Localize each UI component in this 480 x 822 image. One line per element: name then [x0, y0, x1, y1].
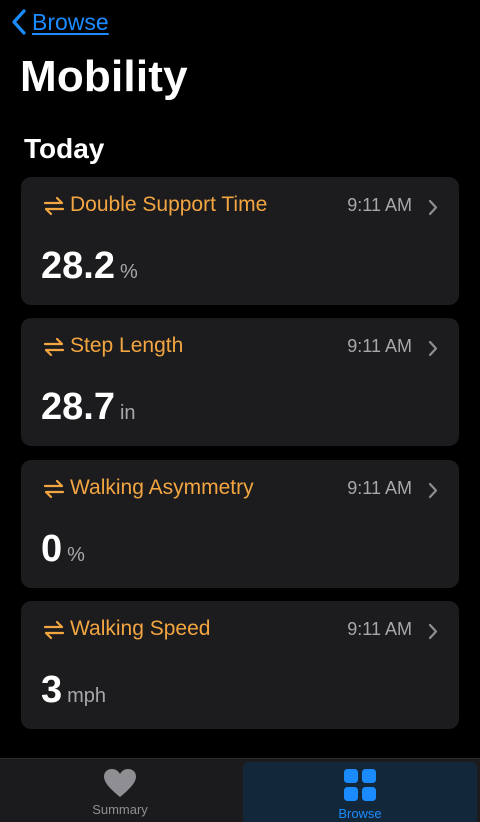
- section-title: Today: [24, 133, 105, 164]
- metric-value-unit: %: [67, 544, 85, 566]
- metric-value: 3 mph: [41, 669, 106, 712]
- chevron-right-icon: [428, 199, 438, 216]
- back-button[interactable]: Browse: [10, 6, 109, 38]
- chevron-right-icon: [428, 482, 438, 499]
- arrows-exchange-icon: [43, 479, 65, 499]
- metric-value-unit: in: [119, 402, 136, 424]
- metric-value-number: 28.7: [41, 386, 115, 428]
- metric-value: 0 %: [41, 528, 85, 571]
- metric-value: 28.7 in: [41, 386, 136, 429]
- chevron-right-icon: [428, 623, 438, 640]
- metric-card-double-support-time[interactable]: Double Support Time 9:11 AM 28.2 %: [21, 177, 459, 305]
- metric-title: Walking Asymmetry: [70, 476, 254, 499]
- tab-browse[interactable]: Browse: [243, 762, 477, 822]
- heart-icon: [104, 769, 136, 797]
- mobility-page: Browse Mobility Today Double Support Tim…: [0, 0, 480, 822]
- metric-time: 9:11 AM: [347, 478, 412, 498]
- tab-summary[interactable]: Summary: [0, 759, 240, 822]
- metric-title: Walking Speed: [70, 617, 211, 640]
- metric-time: 9:11 AM: [347, 195, 412, 215]
- metric-time: 9:11 AM: [347, 336, 412, 356]
- metric-title: Step Length: [70, 334, 184, 357]
- metric-value-unit: mph: [67, 685, 107, 707]
- page-title: Mobility: [20, 52, 188, 101]
- arrows-exchange-icon: [43, 337, 65, 357]
- metric-card-walking-speed[interactable]: Walking Speed 9:11 AM 3 mph: [21, 601, 459, 729]
- arrows-exchange-icon: [43, 620, 65, 640]
- chevron-right-icon: [428, 340, 438, 357]
- metric-value-unit: %: [119, 261, 138, 283]
- tab-browse-label: Browse: [338, 806, 382, 821]
- back-button-label[interactable]: Browse: [32, 9, 109, 36]
- tab-bar: Summary Browse: [0, 758, 480, 822]
- metric-card-walking-asymmetry[interactable]: Walking Asymmetry 9:11 AM 0 %: [21, 460, 459, 588]
- grid-icon: [344, 769, 376, 801]
- metric-time: 9:11 AM: [347, 619, 412, 639]
- arrows-exchange-icon: [43, 196, 65, 216]
- metric-value-number: 3: [41, 669, 63, 711]
- chevron-left-icon: [12, 9, 26, 35]
- metric-value-number: 28.2: [41, 245, 115, 287]
- metric-card-step-length[interactable]: Step Length 9:11 AM 28.7 in: [21, 318, 459, 446]
- metric-value-number: 0: [41, 528, 63, 570]
- metric-title: Double Support Time: [70, 193, 268, 216]
- tab-summary-label: Summary: [92, 802, 148, 817]
- metric-value: 28.2 %: [41, 245, 138, 288]
